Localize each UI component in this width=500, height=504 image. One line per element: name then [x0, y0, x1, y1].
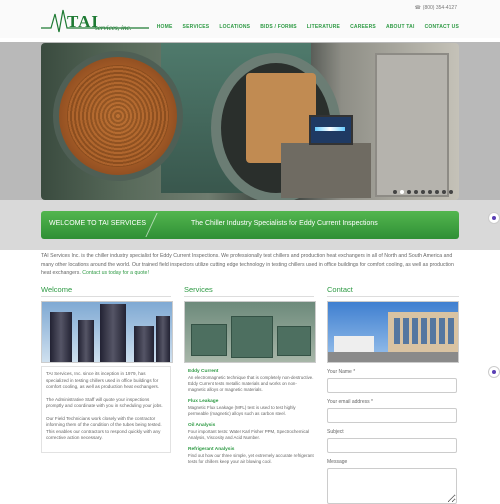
welcome-heading: WELCOME TO TAI SERVICES — [49, 220, 146, 227]
service-desc: Four important tests: Water Karl Fisher … — [188, 429, 310, 440]
service-item: Eddy Current An electromagnetic techniqu… — [184, 369, 314, 465]
slider-dot[interactable] — [407, 190, 411, 194]
name-label: Your Name * — [327, 369, 356, 375]
subject-input[interactable] — [327, 438, 457, 453]
site-header: TAI services, inc. ☎ (800) 354-4127 HOME … — [41, 0, 459, 38]
equipment-cart-image — [281, 143, 371, 198]
main-nav: HOME SERVICES LOCATIONS BIDS / FORMS LIT… — [157, 24, 459, 30]
phone-icon: ☎ — [414, 5, 421, 11]
quote-link[interactable]: Contact us today for a quote! — [82, 270, 149, 276]
wall-panel-image — [375, 53, 449, 197]
nav-about[interactable]: ABOUT TAI — [386, 24, 415, 30]
contact-column: Contact Your Name * Your email address *… — [327, 285, 459, 504]
subject-label: Subject — [327, 429, 344, 435]
nav-bids-forms[interactable]: BIDS / FORMS — [260, 24, 297, 30]
hero-slider[interactable] — [41, 43, 459, 200]
services-title: Services — [184, 285, 314, 297]
service-name[interactable]: Oil Analysis — [188, 423, 314, 428]
welcome-banner: WELCOME TO TAI SERVICES The Chiller Indu… — [41, 211, 459, 239]
logo-subtext: services, inc. — [95, 24, 132, 32]
email-input[interactable] — [327, 408, 457, 423]
email-label: Your email address * — [327, 399, 373, 405]
intro-paragraph: TAI Services Inc. is the chiller industr… — [41, 252, 459, 278]
laptop-image — [309, 115, 353, 145]
tube-bundle-image — [53, 51, 183, 181]
contact-form: Your Name * Your email address * Subject… — [327, 369, 459, 504]
slider-dot-active[interactable] — [400, 190, 404, 194]
phone-number[interactable]: ☎ (800) 354-4127 — [415, 5, 457, 11]
service-desc: Find out how our three simple, yet extre… — [188, 453, 314, 464]
nav-home[interactable]: HOME — [157, 24, 173, 30]
service-desc: Magnetic Flux Leakage (MFL) test is used… — [188, 405, 296, 416]
message-label: Message — [327, 459, 348, 465]
message-textarea[interactable] — [327, 468, 457, 504]
name-input[interactable] — [327, 378, 457, 393]
slider-dot[interactable] — [449, 190, 453, 194]
slider-dot[interactable] — [421, 190, 425, 194]
service-name[interactable]: Refrigerant Analysis — [188, 447, 314, 452]
buildings-photo — [41, 301, 173, 363]
welcome-tagline: The Chiller Industry Specialists for Edd… — [191, 220, 378, 227]
slider-dot[interactable] — [442, 190, 446, 194]
welcome-para-3: Our Field Technicians work closely with … — [46, 415, 162, 441]
slider-dot[interactable] — [414, 190, 418, 194]
services-column: Services Eddy Current An electromagnetic… — [184, 285, 316, 471]
contact-title: Contact — [327, 285, 459, 297]
phone-text: (800) 354-4127 — [422, 5, 457, 11]
slider-dots — [393, 190, 453, 194]
slider-dot[interactable] — [435, 190, 439, 194]
service-name[interactable]: Eddy Current — [188, 369, 314, 374]
slider-dot[interactable] — [428, 190, 432, 194]
nav-locations[interactable]: LOCATIONS — [219, 24, 250, 30]
nav-careers[interactable]: CAREERS — [350, 24, 376, 30]
slider-dot[interactable] — [393, 190, 397, 194]
service-desc: An electromagnetic technique that is com… — [188, 375, 314, 392]
plant-photo — [184, 301, 316, 363]
welcome-text-box: TAI Services, Inc. since its inception i… — [41, 366, 171, 453]
welcome-para-1: TAI Services, Inc. since its inception i… — [46, 371, 160, 389]
service-name[interactable]: Flux Leakage — [188, 399, 314, 404]
accessibility-icon[interactable] — [488, 212, 500, 224]
nav-services[interactable]: SERVICES — [183, 24, 210, 30]
banner-divider — [145, 213, 174, 237]
welcome-para-2: The Administrative Staff will quote your… — [46, 396, 163, 409]
accessibility-icon[interactable] — [488, 366, 500, 378]
office-building-photo — [327, 301, 459, 363]
nav-literature[interactable]: LITERATURE — [307, 24, 340, 30]
welcome-title: Welcome — [41, 285, 171, 297]
tai-logo[interactable]: TAI services, inc. — [41, 8, 151, 34]
nav-contact[interactable]: CONTACT US — [425, 24, 459, 30]
welcome-column: Welcome TAI Services, Inc. since its inc… — [41, 285, 173, 453]
